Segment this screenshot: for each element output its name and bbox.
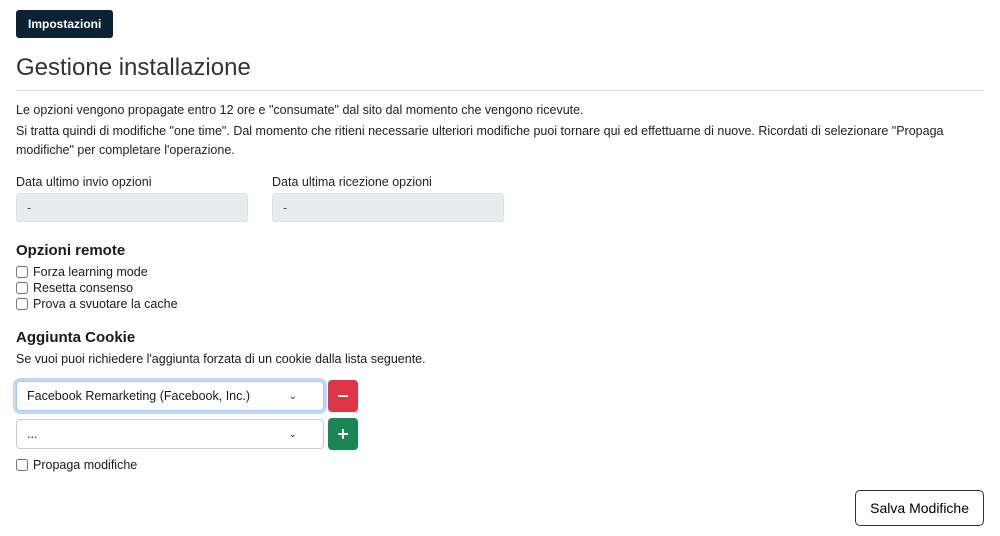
- footer-row: Salva Modifiche: [16, 490, 984, 526]
- check-label: Propaga modifiche: [33, 458, 137, 472]
- minus-icon: [337, 390, 349, 402]
- date-recv-input: [272, 193, 504, 222]
- add-cookie-button[interactable]: [328, 418, 358, 450]
- save-button[interactable]: Salva Modifiche: [855, 490, 984, 526]
- checkbox-svuota-cache[interactable]: [16, 298, 28, 310]
- check-label: Resetta consenso: [33, 281, 133, 295]
- check-resetta-consenso[interactable]: Resetta consenso: [16, 281, 984, 295]
- cookie-select-0[interactable]: Facebook Remarketing (Facebook, Inc.) ⌄: [16, 381, 324, 411]
- add-cookie-section: Aggiunta Cookie Se vuoi puoi richiedere …: [16, 329, 984, 450]
- add-cookie-desc: Se vuoi puoi richiedere l'aggiunta forza…: [16, 352, 984, 366]
- divider: [16, 90, 984, 91]
- cookie-row-1: ... ⌄: [16, 418, 984, 450]
- check-label: Forza learning mode: [33, 265, 148, 279]
- settings-button[interactable]: Impostazioni: [16, 10, 113, 38]
- check-forza-learning[interactable]: Forza learning mode: [16, 265, 984, 279]
- remote-options-title: Opzioni remote: [16, 242, 984, 259]
- date-recv-col: Data ultima ricezione opzioni: [272, 175, 504, 222]
- date-sent-input: [16, 193, 248, 222]
- checkbox-forza-learning[interactable]: [16, 266, 28, 278]
- chevron-down-icon: ⌄: [289, 391, 297, 402]
- checkbox-propaga-modifiche[interactable]: [16, 459, 28, 471]
- select-value: ...: [27, 427, 37, 441]
- chevron-down-icon: ⌄: [289, 429, 297, 440]
- description-line-2: Si tratta quindi di modifiche "one time"…: [16, 122, 984, 160]
- page-title: Gestione installazione: [16, 54, 984, 82]
- date-sent-col: Data ultimo invio opzioni: [16, 175, 248, 222]
- description-block: Le opzioni vengono propagate entro 12 or…: [16, 101, 984, 159]
- check-propaga-modifiche[interactable]: Propaga modifiche: [16, 458, 984, 472]
- check-svuota-cache[interactable]: Prova a svuotare la cache: [16, 297, 984, 311]
- remote-options-group: Forza learning mode Resetta consenso Pro…: [16, 265, 984, 311]
- cookie-select-1[interactable]: ... ⌄: [16, 419, 324, 449]
- select-value: Facebook Remarketing (Facebook, Inc.): [27, 389, 250, 403]
- add-cookie-title: Aggiunta Cookie: [16, 329, 984, 346]
- plus-icon: [337, 428, 349, 440]
- description-line-1: Le opzioni vengono propagate entro 12 or…: [16, 101, 984, 120]
- dates-row: Data ultimo invio opzioni Data ultima ri…: [16, 175, 984, 222]
- check-label: Prova a svuotare la cache: [33, 297, 178, 311]
- cookie-row-0: Facebook Remarketing (Facebook, Inc.) ⌄: [16, 380, 984, 412]
- date-sent-label: Data ultimo invio opzioni: [16, 175, 248, 189]
- remove-cookie-button[interactable]: [328, 380, 358, 412]
- date-recv-label: Data ultima ricezione opzioni: [272, 175, 504, 189]
- checkbox-resetta-consenso[interactable]: [16, 282, 28, 294]
